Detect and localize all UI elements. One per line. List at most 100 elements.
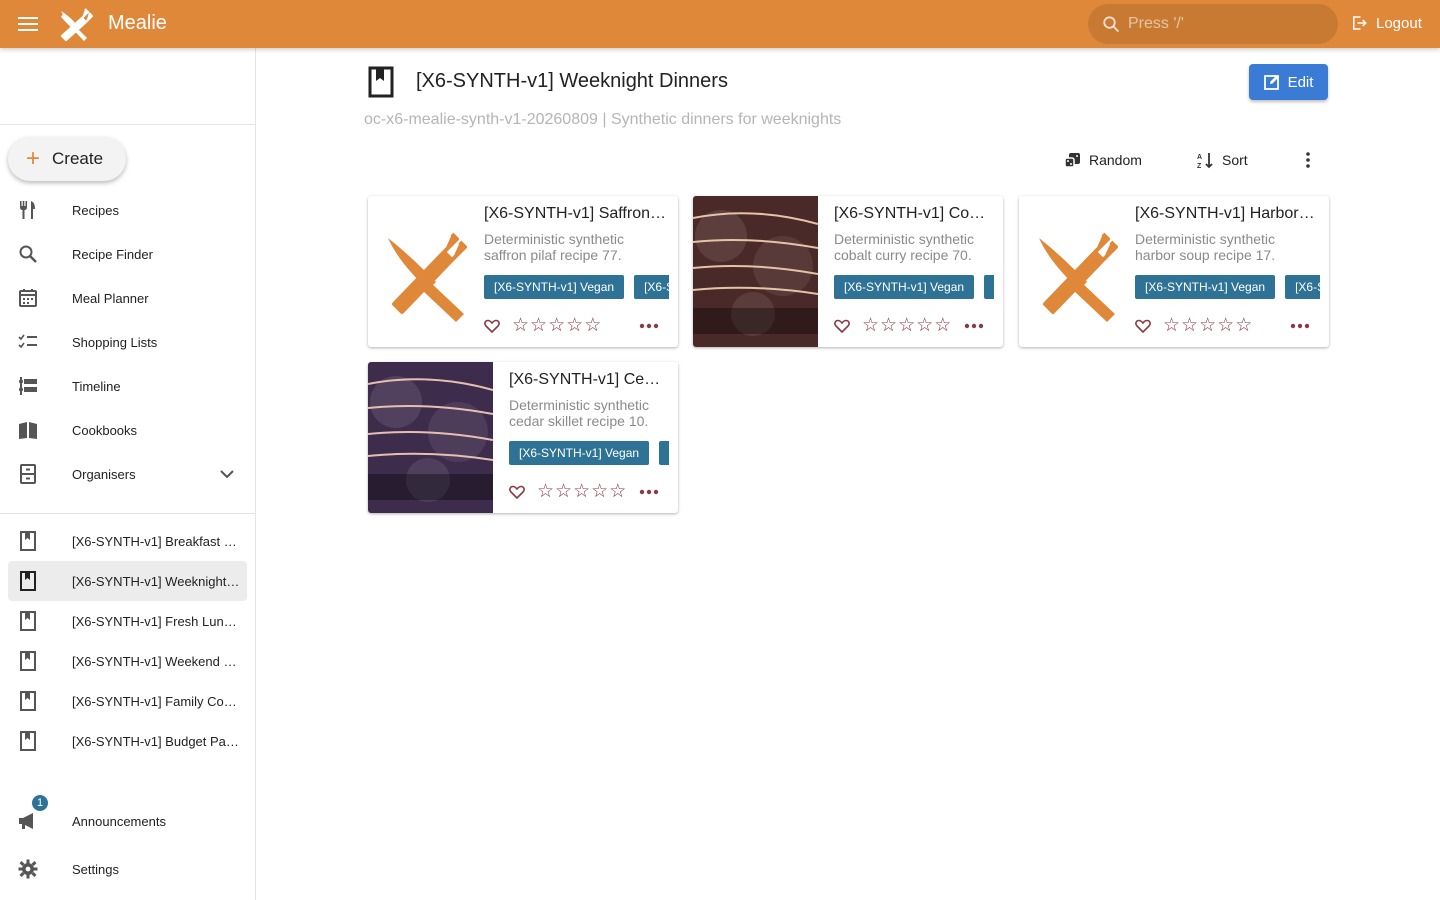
tag-chip[interactable]: [X6-SYNTH-v1] Vegan [1135,275,1276,299]
recipe-title[interactable]: [X6-SYNTH-v1] Harbor Soup [1135,205,1319,223]
recipe-title[interactable]: [X6-SYNTH-v1] Cedar Skillet [509,371,668,389]
star-icon[interactable]: ☆ [609,482,626,502]
tag-chip[interactable]: [X6-SYNTH-v1] Quick [984,275,994,299]
more-horizontal-icon[interactable] [963,318,985,334]
logout-label: Logout [1376,14,1422,32]
timeline-icon [19,377,37,395]
search-input[interactable] [1128,15,1318,33]
sidebar-item-organisers[interactable]: Organisers [8,454,247,494]
star-icon[interactable]: ☆ [566,316,583,336]
tag-chip[interactable]: [X6-SYNTH-v1] Vegan [834,275,975,299]
sidebar-item-cookbooks[interactable]: Cookbooks [8,410,247,450]
star-icon[interactable]: ☆ [898,316,915,336]
chevron-down-icon[interactable] [219,466,235,482]
star-icon[interactable]: ☆ [1181,316,1198,336]
create-label: Create [52,149,104,168]
tag-chip[interactable]: [X6-SYNTH-v1] Vegan [484,275,625,299]
recipe-card[interactable]: [X6-SYNTH-v1] Cedar Skillet Deterministic… [368,362,678,513]
search-bar[interactable] [1088,4,1338,44]
random-button[interactable]: Random [1064,150,1142,170]
star-icon[interactable]: ☆ [573,482,590,502]
recipe-description: Deterministic synthetic harbor soup reci… [1135,231,1276,263]
star-icon[interactable]: ☆ [1163,316,1180,336]
calendar-icon [19,289,37,307]
tag-chip[interactable]: [X6-SYNTH-v1] Quick [659,441,669,465]
app-bar: Mealie Logout [0,0,1440,48]
sidebar: + Create Recipes Recipe Finder Meal Plan… [0,48,256,900]
recipe-card[interactable]: [X6-SYNTH-v1] Saffron Pilaf Deterministic… [368,196,678,347]
sidebar-cookbook-item[interactable]: [X6-SYNTH-v1] Family Comfort [8,681,247,721]
star-icon[interactable]: ☆ [537,482,554,502]
more-horizontal-icon[interactable] [638,318,660,334]
sidebar-item-meal-planner[interactable]: Meal Planner [8,278,247,318]
tag-chip[interactable]: [X6-SYNTH-v1] Vegan [509,441,650,465]
sidebar-item-timeline[interactable]: Timeline [8,366,247,406]
sidebar-cookbook-label: [X6-SYNTH-v1] Fresh Lunches [72,613,240,629]
recipe-description: Deterministic synthetic saffron pilaf re… [484,231,625,263]
heart-icon[interactable] [834,318,850,334]
star-icon[interactable]: ☆ [555,482,572,502]
cookbook-icon [368,66,394,98]
recipe-thumbnail[interactable] [368,196,493,347]
sidebar-item-label: Meal Planner [72,290,149,306]
file-cabinet-icon [20,464,36,484]
sidebar-cookbook-item[interactable]: [X6-SYNTH-v1] Weekend Feasts [8,641,247,681]
star-icon[interactable]: ☆ [584,316,601,336]
sidebar-cookbook-item-active[interactable]: [X6-SYNTH-v1] Weeknight Dinners [8,561,247,601]
app-brand[interactable]: Mealie [108,12,167,35]
sidebar-item-announcements[interactable]: 1 Announcements [8,793,247,841]
rating-stars[interactable]: ☆ ☆ ☆ ☆ ☆ [1163,316,1252,336]
recipe-tags: [X6-SYNTH-v1] Vegan [X6-SYNTH-v1] Quick [509,441,669,465]
star-icon[interactable]: ☆ [916,316,933,336]
star-icon[interactable]: ☆ [548,316,565,336]
logout-icon [1353,16,1367,30]
star-icon[interactable]: ☆ [591,482,608,502]
more-horizontal-icon[interactable] [1289,318,1311,334]
sidebar-cookbook-item[interactable]: [X6-SYNTH-v1] Fresh Lunches [8,601,247,641]
logout-button[interactable]: Logout [1350,14,1422,32]
more-horizontal-icon[interactable] [638,484,660,500]
star-icon[interactable]: ☆ [512,316,529,336]
sidebar-cookbook-label: [X6-SYNTH-v1] Weekend Feasts [72,653,240,669]
bookmark-book-icon [20,731,36,751]
book-open-icon [19,422,37,439]
recipe-thumbnail[interactable] [1019,196,1144,347]
recipe-card[interactable]: [X6-SYNTH-v1] Harbor Soup Deterministic s… [1019,196,1329,347]
recipe-thumbnail[interactable] [368,362,493,513]
star-icon[interactable]: ☆ [1199,316,1216,336]
recipe-thumbnail[interactable] [693,196,818,347]
sidebar-item-shopping-lists[interactable]: Shopping Lists [8,322,247,362]
more-vertical-icon[interactable] [1300,150,1316,170]
tag-chip[interactable]: [X6-SYNTH-v1] Quick [1285,275,1320,299]
sidebar-item-recipes[interactable]: Recipes [8,190,247,230]
rating-stars[interactable]: ☆ ☆ ☆ ☆ ☆ [537,482,626,502]
recipe-title[interactable]: [X6-SYNTH-v1] Cobalt Curry [834,205,993,223]
heart-icon[interactable] [509,484,525,500]
heart-icon[interactable] [484,318,500,334]
sidebar-item-recipe-finder[interactable]: Recipe Finder [8,234,247,274]
create-button[interactable]: + Create [8,137,126,181]
sidebar-cookbook-item[interactable]: [X6-SYNTH-v1] Budget Pantry [8,721,247,761]
star-icon[interactable]: ☆ [880,316,897,336]
bookmark-book-icon [20,691,36,711]
mealie-logo-icon[interactable] [58,6,94,42]
star-icon[interactable]: ☆ [934,316,951,336]
recipe-title[interactable]: [X6-SYNTH-v1] Saffron Pilaf [484,205,668,223]
sidebar-cookbook-item[interactable]: [X6-SYNTH-v1] Breakfast Bakes [8,521,247,561]
rating-stars[interactable]: ☆ ☆ ☆ ☆ ☆ [512,316,601,336]
recipe-card[interactable]: [X6-SYNTH-v1] Cobalt Curry Deterministic … [693,196,1003,347]
fork-knife-icon [20,201,35,219]
sidebar-item-settings[interactable]: Settings [8,849,247,889]
heart-icon[interactable] [1135,318,1151,334]
star-icon[interactable]: ☆ [1217,316,1234,336]
star-icon[interactable]: ☆ [862,316,879,336]
sort-button[interactable]: AZ Sort [1197,150,1248,170]
menu-icon[interactable] [14,10,42,38]
tag-chip[interactable]: [X6-SYNTH-v1] Quick [634,275,669,299]
star-icon[interactable]: ☆ [530,316,547,336]
sidebar-cookbook-label: [X6-SYNTH-v1] Weeknight Dinners [72,573,240,589]
sort-icon: AZ [1197,152,1213,169]
edit-button[interactable]: Edit [1249,64,1328,100]
rating-stars[interactable]: ☆ ☆ ☆ ☆ ☆ [862,316,951,336]
star-icon[interactable]: ☆ [1235,316,1252,336]
